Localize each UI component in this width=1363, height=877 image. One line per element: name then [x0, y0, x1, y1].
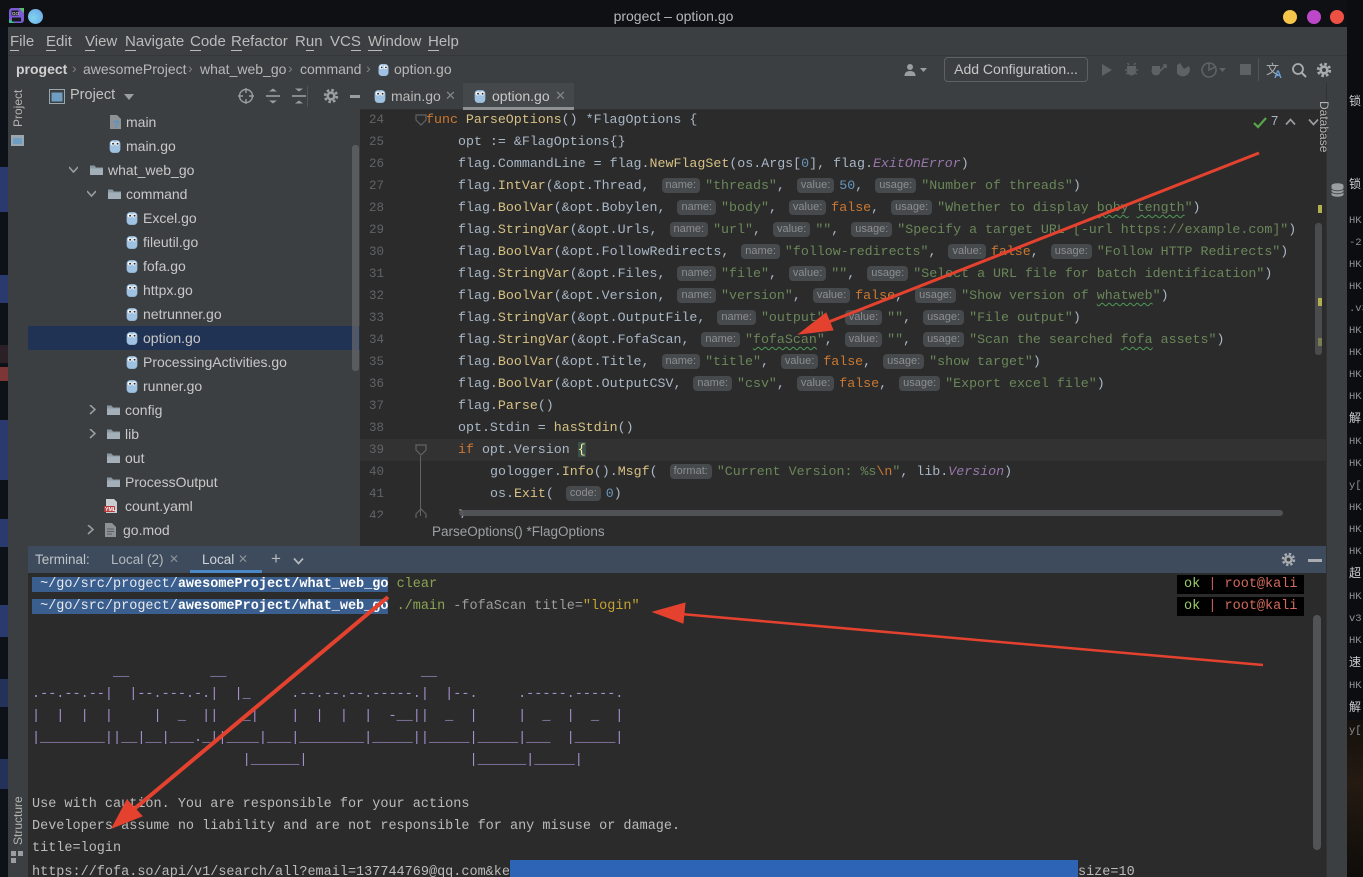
svg-text:?: ? [113, 119, 120, 129]
svg-text:YML: YML [105, 507, 117, 513]
svg-text:A: A [1274, 69, 1282, 79]
